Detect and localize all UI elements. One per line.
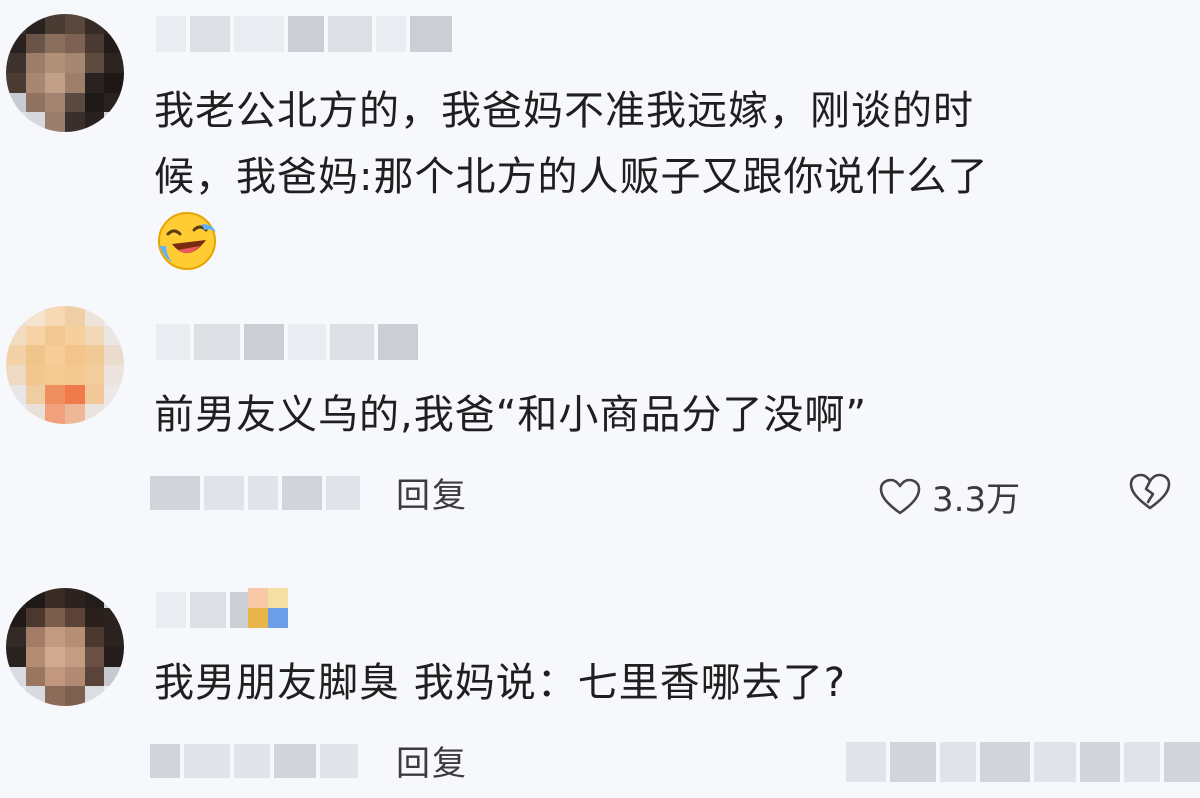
comment-text: 前男友义乌的,我爸“和小商品分了没啊”: [154, 392, 868, 438]
username-blurred[interactable]: [156, 592, 250, 628]
heart-icon: [879, 478, 921, 514]
comment-text: 我男朋友脚臭 我妈说：七里香哪去了?: [154, 660, 846, 706]
username-blurred[interactable]: [156, 16, 452, 52]
like-button[interactable]: 3.3万: [878, 472, 1020, 521]
timestamp-blurred: [150, 476, 360, 510]
avatar[interactable]: [6, 588, 124, 706]
actions-blurred: [846, 742, 1200, 782]
avatar[interactable]: [6, 14, 124, 132]
broken-heart-icon: [1129, 473, 1171, 510]
comment-text-line: 我老公北方的，我爸妈不准我远嫁，刚谈的时: [154, 88, 974, 134]
reply-button[interactable]: 回复: [396, 468, 468, 517]
avatar[interactable]: [6, 306, 124, 424]
timestamp-blurred: [150, 744, 358, 778]
laughing-crying-emoji-icon: [158, 212, 216, 270]
dislike-button[interactable]: [1128, 472, 1172, 516]
comment-text-line: 候，我爸妈:那个北方的人贩子又跟你说什么了: [154, 154, 989, 200]
like-count: 3.3万: [932, 480, 1021, 520]
comment-text: 我老公北方的，我爸妈不准我远嫁，刚谈的时 候，我爸妈:那个北方的人贩子又跟你说什…: [154, 78, 1164, 210]
reply-button[interactable]: 回复: [396, 736, 468, 785]
user-badge-icon: [248, 588, 288, 628]
username-blurred[interactable]: [156, 324, 418, 360]
